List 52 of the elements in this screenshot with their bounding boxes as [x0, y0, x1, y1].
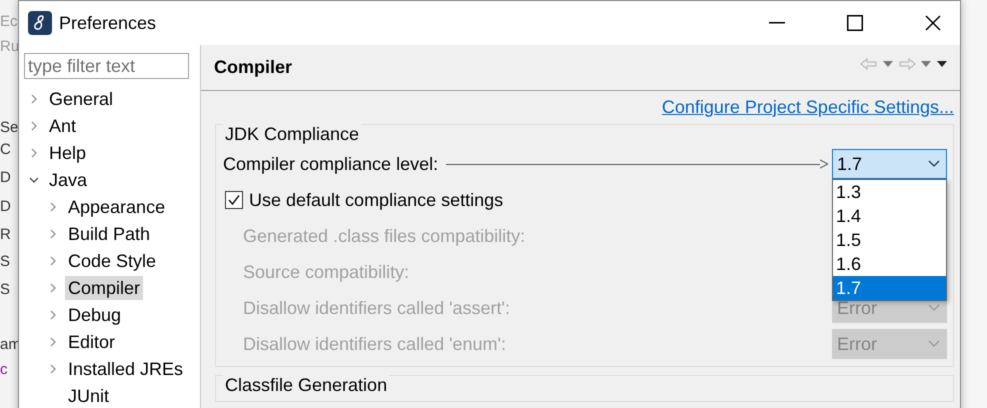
- configure-link[interactable]: Configure Project Specific Settings...: [662, 97, 954, 118]
- tree-item[interactable]: Build Path: [65, 222, 154, 246]
- background-text: S: [0, 252, 10, 272]
- dropdown-option[interactable]: 1.7: [833, 276, 946, 300]
- background-text: c: [0, 360, 8, 380]
- tree-item[interactable]: Debug: [65, 302, 124, 326]
- dropdown[interactable]: 1.7: [832, 149, 947, 179]
- forward-arrow-icon[interactable]: [898, 57, 916, 71]
- background-text: Se: [0, 118, 18, 138]
- background-text: Ec: [0, 12, 18, 32]
- background-text: R: [0, 225, 11, 245]
- caret-icon: [928, 304, 940, 312]
- dropdown-option[interactable]: 1.4: [833, 204, 946, 228]
- tree-item[interactable]: Java: [46, 168, 90, 192]
- tree-item[interactable]: Appearance: [65, 194, 168, 218]
- group-title: JDK Compliance: [223, 124, 362, 145]
- dropdown-option[interactable]: 1.6: [833, 252, 946, 276]
- dropdown-option[interactable]: 1.3: [833, 180, 946, 204]
- close-icon: [925, 15, 941, 31]
- checkbox-label: Use default compliance settings: [249, 190, 504, 210]
- dropdown-arrow-icon[interactable]: [920, 60, 932, 68]
- tree-item[interactable]: Editor: [65, 330, 118, 354]
- tree-item[interactable]: Installed JREs: [65, 356, 186, 380]
- tree-item[interactable]: General: [46, 86, 116, 110]
- page-title: Compiler: [214, 57, 294, 78]
- tree-item[interactable]: JUnit: [65, 384, 112, 408]
- minimize-icon: [769, 22, 785, 24]
- field-label: Disallow identifiers called 'enum':: [242, 334, 506, 354]
- tree-item[interactable]: Ant: [46, 114, 80, 138]
- field-label: Source compatibility:: [242, 262, 410, 282]
- background-text: Ru: [0, 37, 20, 57]
- caret-icon: [928, 340, 940, 348]
- field-label: Compiler compliance level:: [223, 154, 438, 174]
- field-label: Disallow identifiers called 'assert':: [242, 298, 510, 318]
- window-title: Preferences: [59, 12, 156, 34]
- background-text: D: [0, 168, 11, 188]
- dropdown-option[interactable]: 1.5: [833, 228, 946, 252]
- tree-item[interactable]: Compiler: [65, 276, 144, 300]
- background-text: S: [0, 280, 10, 300]
- app-icon: [27, 10, 53, 36]
- tree-item[interactable]: Help: [46, 140, 90, 164]
- dropdown-arrow-icon[interactable]: [882, 60, 894, 68]
- filter-field[interactable]: type filter text: [24, 53, 189, 79]
- maximize-icon: [847, 15, 863, 31]
- field-label: Generated .class files compatibility:: [242, 226, 526, 246]
- caret-icon: [928, 160, 940, 168]
- checkbox[interactable]: [225, 191, 243, 209]
- background-text: D: [0, 197, 11, 217]
- tree-item[interactable]: Code Style: [65, 248, 160, 272]
- view-menu-icon[interactable]: [936, 60, 948, 68]
- back-arrow-icon[interactable]: [860, 57, 878, 71]
- background-text: C: [0, 140, 11, 160]
